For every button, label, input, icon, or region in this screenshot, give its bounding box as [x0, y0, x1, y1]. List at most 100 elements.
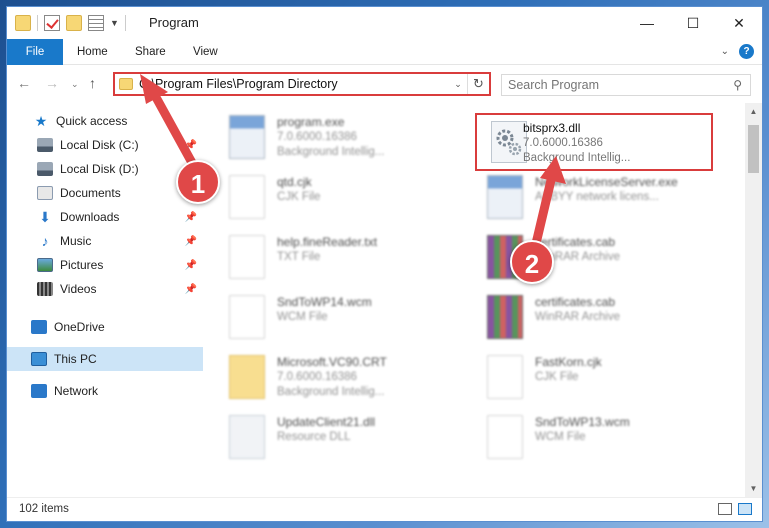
sidebar-item-videos[interactable]: Videos 📌 [7, 277, 203, 301]
up-arrow-icon[interactable]: ↑ [89, 75, 96, 91]
file-item[interactable]: SndToWP13.wcm WCM File [465, 409, 701, 465]
sidebar-item-local-disk-d[interactable]: Local Disk (D:) [7, 157, 203, 181]
file-detail: CJK File [277, 191, 321, 203]
document-file-icon [487, 415, 523, 459]
file-item[interactable]: qtd.cjk CJK File [207, 169, 443, 225]
network-icon [31, 384, 47, 398]
file-detail: 7.0.6000.16386 [277, 131, 357, 143]
step-2-badge: 2 [510, 240, 554, 284]
tab-view[interactable]: View [193, 39, 218, 65]
file-item[interactable]: Microsoft.VC90.CRT 7.0.6000.16386 Backgr… [207, 349, 443, 405]
document-file-icon [487, 355, 523, 399]
navigation-pane: ★ Quick access Local Disk (C:) 📌 Local D… [7, 107, 203, 497]
sidebar-item-onedrive[interactable]: OneDrive [7, 315, 203, 339]
step-1-badge: 1 [176, 160, 220, 204]
highlighted-file-item[interactable]: bitsprx3.dll 7.0.6000.16386 Background I… [475, 113, 713, 171]
details-view-icon[interactable] [718, 503, 732, 515]
forward-arrow-icon[interactable]: → [45, 75, 59, 91]
ribbon-tabs: File Home Share View ⌄ ? [7, 39, 762, 65]
folder-icon [119, 78, 133, 90]
exe-file-icon [229, 115, 265, 159]
minimize-button[interactable]: — [624, 7, 670, 39]
file-item[interactable]: help.fineReader.txt TXT File [207, 229, 443, 285]
separator [124, 15, 126, 31]
scroll-up-icon[interactable]: ▲ [745, 103, 762, 120]
search-box[interactable]: ⚲ [501, 74, 751, 96]
tab-file[interactable]: File [7, 39, 63, 65]
maximize-button[interactable]: ☐ [670, 7, 716, 39]
refresh-icon[interactable]: ↻ [467, 74, 489, 94]
file-item[interactable]: certificates.cab WinRAR Archive [465, 289, 701, 345]
file-name: SndToWP13.wcm [535, 415, 630, 429]
document-file-icon [229, 175, 265, 219]
sidebar-item-label: OneDrive [54, 320, 105, 334]
tab-share[interactable]: Share [135, 39, 166, 65]
sidebar-item-pictures[interactable]: Pictures 📌 [7, 253, 203, 277]
help-icon[interactable]: ? [739, 44, 754, 59]
file-item[interactable]: FastKorn.cjk CJK File [465, 349, 701, 405]
pin-icon: 📌 [184, 235, 197, 247]
back-arrow-icon[interactable]: ← [17, 75, 31, 91]
folder-file-icon [229, 355, 265, 399]
file-detail: 7.0.6000.16386 [523, 137, 603, 149]
chevron-down-icon[interactable]: ▼ [110, 18, 119, 28]
sidebar-item-label: Documents [60, 186, 121, 200]
file-detail: Background Intellig... [277, 386, 385, 398]
close-button[interactable]: ✕ [716, 7, 762, 39]
sidebar-item-label: Local Disk (D:) [60, 162, 139, 176]
search-input[interactable] [502, 75, 722, 95]
pin-icon: 📌 [184, 211, 197, 223]
disk-icon [37, 138, 53, 152]
sidebar-item-local-disk-c[interactable]: Local Disk (C:) 📌 [7, 133, 203, 157]
search-icon[interactable]: ⚲ [733, 78, 742, 92]
window-title: Program [149, 15, 199, 30]
sidebar-item-documents[interactable]: Documents [7, 181, 203, 205]
exe-file-icon [487, 175, 523, 219]
vertical-scrollbar[interactable]: ▲ ▼ [745, 103, 762, 497]
sidebar-item-label: Videos [60, 282, 97, 296]
sidebar-item-label: Music [60, 234, 92, 248]
sidebar-item-quick-access[interactable]: ★ Quick access [7, 109, 203, 133]
sidebar-item-this-pc[interactable]: This PC [7, 347, 203, 371]
file-name: Microsoft.VC90.CRT [277, 355, 387, 369]
pictures-icon [37, 258, 53, 272]
address-dropdown-icon[interactable]: ⌄ [449, 79, 467, 90]
title-bar: ▼ Program — ☐ ✕ [7, 7, 762, 39]
file-detail: ABBYY network licens... [535, 191, 659, 203]
properties-check-icon[interactable] [44, 15, 60, 31]
file-name: qtd.cjk [277, 175, 312, 189]
sidebar-item-network[interactable]: Network [7, 379, 203, 403]
pc-icon [31, 352, 47, 366]
file-name: SndToWP14.wcm [277, 295, 372, 309]
address-bar[interactable]: C:\Program Files\Program Directory ⌄ ↻ [113, 72, 491, 96]
tiles-view-icon[interactable] [738, 503, 752, 515]
item-count: 102 items [19, 503, 69, 515]
new-folder-icon[interactable] [66, 15, 82, 31]
customize-toolbar-icon[interactable] [88, 15, 104, 31]
expand-ribbon-chevron-icon[interactable]: ⌄ [721, 46, 729, 57]
file-item[interactable]: SndToWP14.wcm WCM File [207, 289, 443, 345]
tab-home[interactable]: Home [77, 39, 108, 65]
address-path[interactable]: C:\Program Files\Program Directory [139, 77, 449, 91]
sidebar-item-label: Quick access [56, 114, 128, 128]
file-item[interactable]: certificates.cab WinRAR Archive [465, 229, 701, 285]
documents-icon [37, 186, 53, 200]
folder-icon [15, 15, 31, 31]
file-item[interactable]: program.exe 7.0.6000.16386 Background In… [207, 109, 443, 165]
music-icon: ♪ [41, 233, 49, 249]
file-item[interactable]: UpdateClient21.dll Resource DLL [207, 409, 443, 465]
pin-icon: 📌 [184, 139, 197, 151]
file-detail: TXT File [277, 251, 321, 263]
file-name: certificates.cab [535, 295, 616, 309]
sidebar-item-downloads[interactable]: ⬇ Downloads 📌 [7, 205, 203, 229]
file-list: program.exe 7.0.6000.16386 Background In… [207, 107, 739, 497]
recent-locations-chevron-icon[interactable]: ⌄ [71, 79, 79, 90]
downloads-icon: ⬇ [39, 209, 51, 225]
scroll-down-icon[interactable]: ▼ [745, 480, 762, 497]
sidebar-item-label: Downloads [60, 210, 120, 224]
sidebar-item-music[interactable]: ♪ Music 📌 [7, 229, 203, 253]
scroll-thumb[interactable] [748, 125, 759, 173]
file-item[interactable]: NetworkLicenseServer.exe ABBYY network l… [465, 169, 701, 225]
winrar-archive-icon [487, 295, 523, 339]
text-file-icon [229, 235, 265, 279]
